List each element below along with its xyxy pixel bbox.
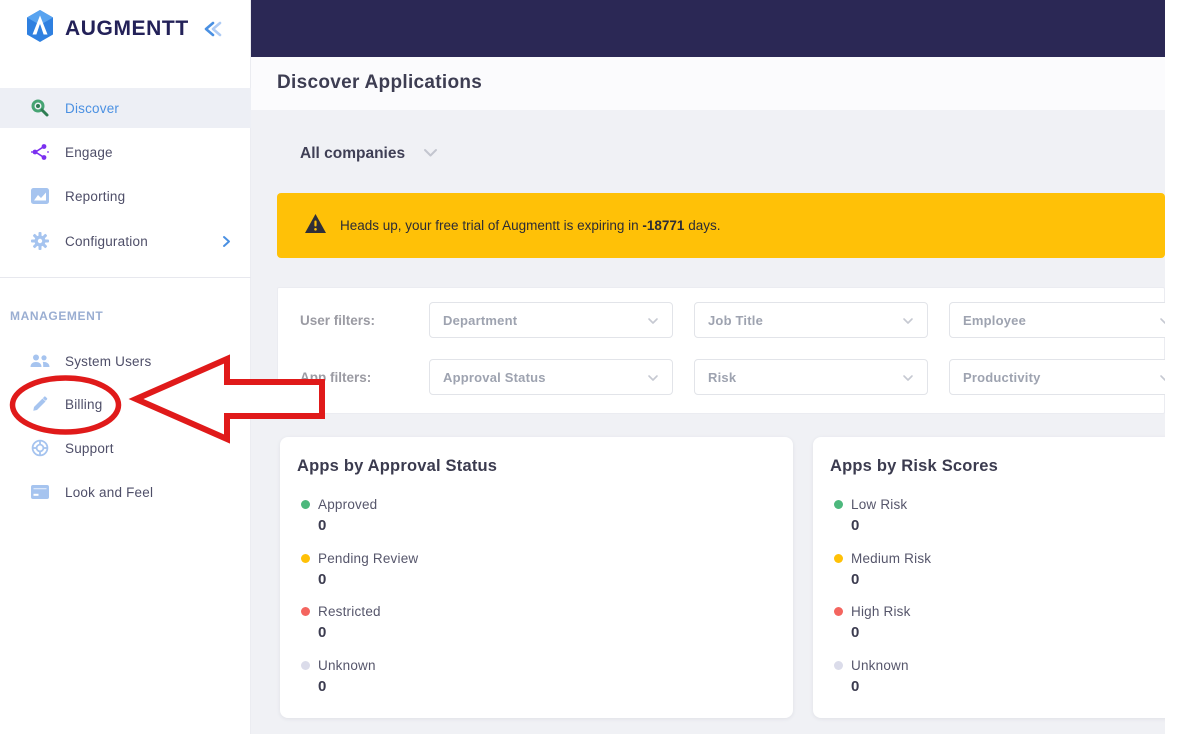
legend-item-unknown: Unknown 0 <box>301 658 376 695</box>
chevron-down-icon <box>647 313 659 328</box>
app-window: AUGMENTT Discover Engage Reporting Confi… <box>0 0 1199 734</box>
double-chevron-left-icon <box>204 21 222 36</box>
department-filter-select[interactable]: Department <box>429 302 673 338</box>
apps-by-risk-scores-card: Apps by Risk Scores Low Risk 0 Medium Ri… <box>813 437 1189 718</box>
sidebar-item-label: Support <box>65 440 114 456</box>
green-dot-icon <box>301 500 310 509</box>
card-icon <box>29 485 51 499</box>
sidebar-item-label: Look and Feel <box>65 484 154 500</box>
sidebar-item-discover[interactable]: Discover <box>0 88 251 128</box>
company-filter-dropdown[interactable]: All companies <box>300 145 438 163</box>
employee-filter-select[interactable]: Employee <box>949 302 1185 338</box>
approval-status-filter-select[interactable]: Approval Status <box>429 359 673 395</box>
logo: AUGMENTT <box>0 0 250 57</box>
company-filter-value: All companies <box>300 145 406 162</box>
legend-item-restricted: Restricted 0 <box>301 604 381 641</box>
window-right-margin <box>1165 0 1199 734</box>
magnifier-icon <box>29 98 51 118</box>
sidebar-item-configuration[interactable]: Configuration <box>0 221 251 261</box>
legend-item-approved: Approved 0 <box>301 497 377 534</box>
sidebar-item-system-users[interactable]: System Users <box>0 341 251 381</box>
sidebar-item-support[interactable]: Support <box>0 428 251 468</box>
red-dot-icon <box>834 607 843 616</box>
sidebar-collapse-button[interactable] <box>202 20 224 38</box>
legend-value: 0 <box>318 571 327 588</box>
sidebar-item-label: Discover <box>65 100 120 116</box>
legend-value: 0 <box>851 571 860 588</box>
users-icon <box>29 354 51 368</box>
legend-value: 0 <box>318 678 327 695</box>
legend-value: 0 <box>851 678 860 695</box>
sidebar-divider <box>0 277 251 278</box>
sidebar-item-label: Configuration <box>65 233 148 249</box>
top-navigation-bar <box>251 0 1165 57</box>
chevron-down-icon <box>902 313 914 328</box>
legend-item-medium-risk: Medium Risk 0 <box>834 551 931 588</box>
sidebar-item-label: Reporting <box>65 188 126 204</box>
red-dot-icon <box>301 607 310 616</box>
chevron-down-icon <box>647 370 659 385</box>
legend-value: 0 <box>851 517 860 534</box>
risk-filter-select[interactable]: Risk <box>694 359 928 395</box>
sidebar-item-look-and-feel[interactable]: Look and Feel <box>0 472 251 512</box>
card-title: Apps by Approval Status <box>297 457 498 475</box>
sidebar-item-billing[interactable]: Billing <box>0 384 251 424</box>
sidebar: AUGMENTT Discover Engage Reporting Confi… <box>0 0 251 734</box>
sidebar-item-label: Engage <box>65 144 113 160</box>
days-remaining-value: -18771 <box>642 218 685 233</box>
card-title: Apps by Risk Scores <box>830 457 998 475</box>
pencil-icon <box>29 396 51 412</box>
page-title: Discover Applications <box>277 72 483 93</box>
green-dot-icon <box>834 500 843 509</box>
chevron-down-icon <box>902 370 914 385</box>
amber-dot-icon <box>834 554 843 563</box>
legend-item-low-risk: Low Risk 0 <box>834 497 907 534</box>
warning-icon <box>305 213 326 238</box>
sidebar-item-reporting[interactable]: Reporting <box>0 176 251 216</box>
sidebar-item-engage[interactable]: Engage <box>0 132 251 172</box>
legend-value: 0 <box>851 624 860 641</box>
legend-item-high-risk: High Risk 0 <box>834 604 911 641</box>
sidebar-item-label: Billing <box>65 396 103 412</box>
legend-item-unknown: Unknown 0 <box>834 658 909 695</box>
trial-warning-banner: Heads up, your free trial of Augmentt is… <box>277 193 1165 258</box>
management-section-label: MANAGEMENT <box>10 309 104 323</box>
lifebuoy-icon <box>29 439 51 457</box>
legend-item-pending-review: Pending Review 0 <box>301 551 418 588</box>
productivity-filter-select[interactable]: Productivity <box>949 359 1185 395</box>
user-filters-label: User filters: <box>300 313 376 328</box>
job-title-filter-select[interactable]: Job Title <box>694 302 928 338</box>
banner-message: Heads up, your free trial of Augmentt is… <box>340 218 721 233</box>
share-network-icon <box>29 143 51 161</box>
apps-by-approval-status-card: Apps by Approval Status Approved 0 Pendi… <box>280 437 793 718</box>
chevron-down-icon <box>423 145 438 163</box>
chart-icon <box>29 188 51 204</box>
legend-value: 0 <box>318 517 327 534</box>
wordmark: AUGMENTT <box>65 16 189 40</box>
app-filters-label: App filters: <box>300 370 372 385</box>
amber-dot-icon <box>301 554 310 563</box>
gray-dot-icon <box>301 661 310 670</box>
sidebar-item-label: System Users <box>65 353 152 369</box>
chevron-right-icon <box>222 235 231 251</box>
page-header: Discover Applications <box>251 57 1165 110</box>
gear-icon <box>29 232 51 250</box>
legend-value: 0 <box>318 624 327 641</box>
augmentt-logo-icon <box>22 8 58 49</box>
gray-dot-icon <box>834 661 843 670</box>
